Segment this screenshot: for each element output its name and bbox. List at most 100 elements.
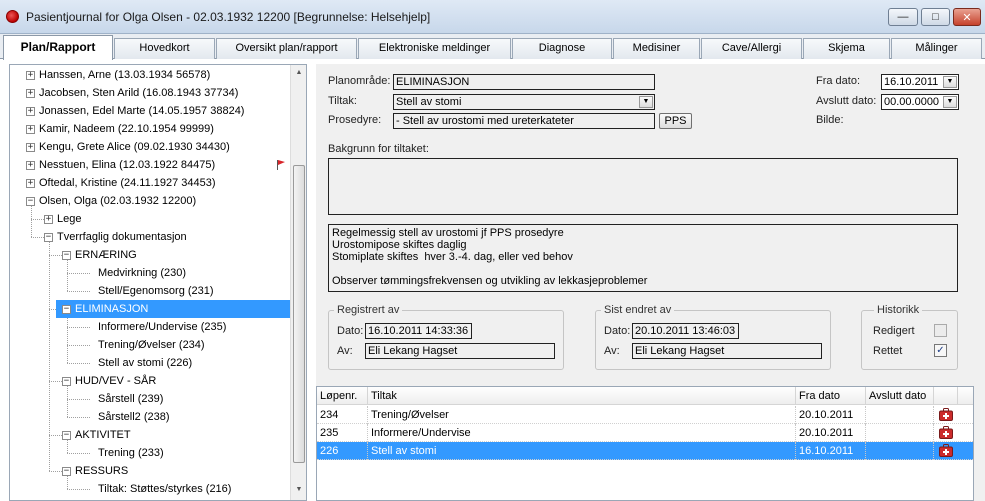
grid-header: Løpenr. Tiltak Fra dato Avslutt dato — [317, 387, 973, 405]
collapse-icon[interactable]: − — [44, 233, 53, 242]
collapse-icon[interactable]: − — [62, 431, 71, 440]
tree-item-label: Stell av stomi (226) — [98, 357, 193, 369]
expand-icon[interactable]: + — [26, 107, 35, 116]
tree-item[interactable]: + Kamir, Nadeem (22.10.1954 99999) — [10, 120, 290, 138]
first-aid-kit-icon[interactable] — [939, 408, 953, 421]
tree-item[interactable]: − ERNÆRING — [10, 246, 290, 264]
tree-item[interactable]: − ELIMINASJON — [56, 300, 291, 318]
cell-tiltak: Stell av stomi — [368, 442, 796, 460]
tree-item[interactable]: − AKTIVITET — [10, 426, 290, 444]
tree-item-label: AKTIVITET — [75, 429, 131, 441]
tree-item[interactable]: + Jacobsen, Sten Arild (16.08.1943 37734) — [10, 84, 290, 102]
tree-item-label: Stell/Egenomsorg (231) — [98, 285, 214, 297]
collapse-icon[interactable]: − — [62, 467, 71, 476]
tree-item[interactable]: + Oftedal, Kristine (24.11.1927 34453) — [10, 174, 290, 192]
tree-item-label: Sårstell2 (238) — [98, 411, 170, 423]
fra-dato-picker[interactable]: 16.10.2011 ▼ — [881, 74, 959, 90]
col-fra-dato[interactable]: Fra dato — [796, 387, 866, 405]
table-row[interactable]: 234 Trening/Øvelser 20.10.2011 — [317, 406, 973, 424]
col-tiltak[interactable]: Tiltak — [368, 387, 796, 405]
redigert-checkbox[interactable] — [934, 324, 947, 337]
bakgrunn-textarea[interactable] — [328, 158, 958, 215]
tree-item[interactable]: Tiltak: Støttes/styrkes (216) — [10, 480, 290, 498]
tree-item[interactable]: − HUD/VEV - SÅR — [10, 372, 290, 390]
tree-item[interactable]: Sårstell2 (238) — [10, 408, 290, 426]
expand-icon[interactable]: + — [26, 71, 35, 80]
minimize-button[interactable]: — — [888, 8, 918, 26]
expand-icon[interactable]: + — [26, 143, 35, 152]
tree-item[interactable]: + Lege — [10, 210, 290, 228]
expand-icon[interactable]: + — [26, 161, 35, 170]
first-aid-kit-icon[interactable] — [939, 444, 953, 457]
maximize-button[interactable]: □ — [921, 8, 950, 26]
tree-item[interactable]: + Hanssen, Arne (13.03.1934 56578) — [10, 66, 290, 84]
scrollbar-thumb[interactable] — [293, 165, 305, 463]
table-row[interactable]: 235 Informere/Undervise 20.10.2011 — [317, 424, 973, 442]
sist-endret-dato-label: Dato: — [604, 325, 631, 337]
description-textarea[interactable]: Regelmessig stell av urostomi jf PPS pro… — [328, 224, 958, 292]
fra-dato-dropdown-icon[interactable]: ▼ — [943, 76, 957, 88]
tree-item[interactable]: − RESSURS — [10, 462, 290, 480]
avslutt-dato-picker[interactable]: 00.00.0000 ▼ — [881, 94, 959, 110]
tree-item[interactable]: Trening (233) — [10, 444, 290, 462]
tree-item-label: Hanssen, Arne (13.03.1934 56578) — [39, 69, 211, 81]
tree-item-label: Kengu, Grete Alice (09.02.1930 34430) — [39, 141, 230, 153]
col-avslutt-dato[interactable]: Avslutt dato — [866, 387, 934, 405]
tab-plan-rapport[interactable]: Plan/Rapport — [3, 35, 113, 60]
patient-tree[interactable]: + Hanssen, Arne (13.03.1934 56578) + Jacobs… — [9, 64, 307, 501]
tree-item-label: ERNÆRING — [75, 249, 137, 261]
tab-medisiner[interactable]: Medisiner — [613, 38, 700, 59]
scroll-up-icon[interactable]: ▲ — [292, 66, 306, 80]
tree-item[interactable]: Stell av stomi (226) — [10, 354, 290, 372]
title-bar: Pasientjournal for Olga Olsen - 02.03.19… — [0, 0, 985, 34]
cell-fra-dato: 20.10.2011 — [796, 424, 866, 442]
close-button[interactable]: ✕ — [953, 8, 981, 26]
expand-icon[interactable]: + — [26, 179, 35, 188]
tree-item[interactable]: Stell/Egenomsorg (231) — [10, 282, 290, 300]
historikk-title: Historikk — [874, 304, 923, 316]
tab-skjema[interactable]: Skjema — [803, 38, 890, 59]
tree-item[interactable]: Trening/Øvelser (234) — [10, 336, 290, 354]
tiltak-dropdown-icon[interactable]: ▼ — [639, 96, 653, 108]
tree-item-label: RESSURS — [75, 465, 129, 477]
table-row[interactable]: 226 Stell av stomi 16.10.2011 — [317, 442, 973, 460]
tree-item[interactable]: Sårstell (239) — [10, 390, 290, 408]
tree-item-label: Sårstell (239) — [98, 393, 164, 405]
expand-icon[interactable]: + — [26, 89, 35, 98]
collapse-icon[interactable]: − — [62, 305, 71, 314]
app-logo-icon — [6, 10, 19, 23]
registrert-av-label: Av: — [337, 345, 353, 357]
tab-elektroniske-meldinger[interactable]: Elektroniske meldinger — [358, 38, 511, 59]
tab-diagnose[interactable]: Diagnose — [512, 38, 612, 59]
sist-endret-title: Sist endret av — [601, 304, 675, 316]
tree-item[interactable]: + Nesstuen, Elina (12.03.1922 84475) — [10, 156, 290, 174]
tree-item[interactable]: − Olsen, Olga (02.03.1932 12200) — [10, 192, 290, 210]
pps-button[interactable]: PPS — [659, 113, 692, 129]
tree-scrollbar[interactable]: ▲ ▼ — [290, 65, 306, 500]
tree-item-label: Kamir, Nadeem (22.10.1954 99999) — [39, 123, 214, 135]
collapse-icon[interactable]: − — [62, 377, 71, 386]
tree-item-label: Medvirkning (230) — [98, 267, 187, 279]
tree-item[interactable]: − Tverrfaglig dokumentasjon — [10, 228, 290, 246]
tab-cave-allergi[interactable]: Cave/Allergi — [701, 38, 802, 59]
tree-item[interactable]: + Jonassen, Edel Marte (14.05.1957 38824) — [10, 102, 290, 120]
col-lopenr[interactable]: Løpenr. — [317, 387, 368, 405]
tab-malinger[interactable]: Målinger — [891, 38, 982, 59]
first-aid-kit-icon[interactable] — [939, 426, 953, 439]
rettet-checkbox[interactable]: ✓ — [934, 344, 947, 357]
tab-oversikt[interactable]: Oversikt plan/rapport — [216, 38, 357, 59]
scroll-down-icon[interactable]: ▼ — [292, 483, 306, 497]
tree-item[interactable]: Informere/Undervise (235) — [10, 318, 290, 336]
tree-item[interactable]: Medvirkning (230) — [10, 264, 290, 282]
tiltak-select[interactable]: Stell av stomi ▼ — [393, 94, 655, 110]
tree-item-label: ELIMINASJON — [75, 303, 149, 315]
tree-item[interactable]: + Kengu, Grete Alice (09.02.1930 34430) — [10, 138, 290, 156]
collapse-icon[interactable]: − — [26, 197, 35, 206]
registrert-dato-field: 16.10.2011 14:33:36 — [365, 323, 472, 339]
cell-lopenr: 226 — [317, 442, 368, 460]
expand-icon[interactable]: + — [26, 125, 35, 134]
avslutt-dato-dropdown-icon[interactable]: ▼ — [943, 96, 957, 108]
expand-icon[interactable]: + — [44, 215, 53, 224]
collapse-icon[interactable]: − — [62, 251, 71, 260]
tab-hovedkort[interactable]: Hovedkort — [114, 38, 215, 59]
